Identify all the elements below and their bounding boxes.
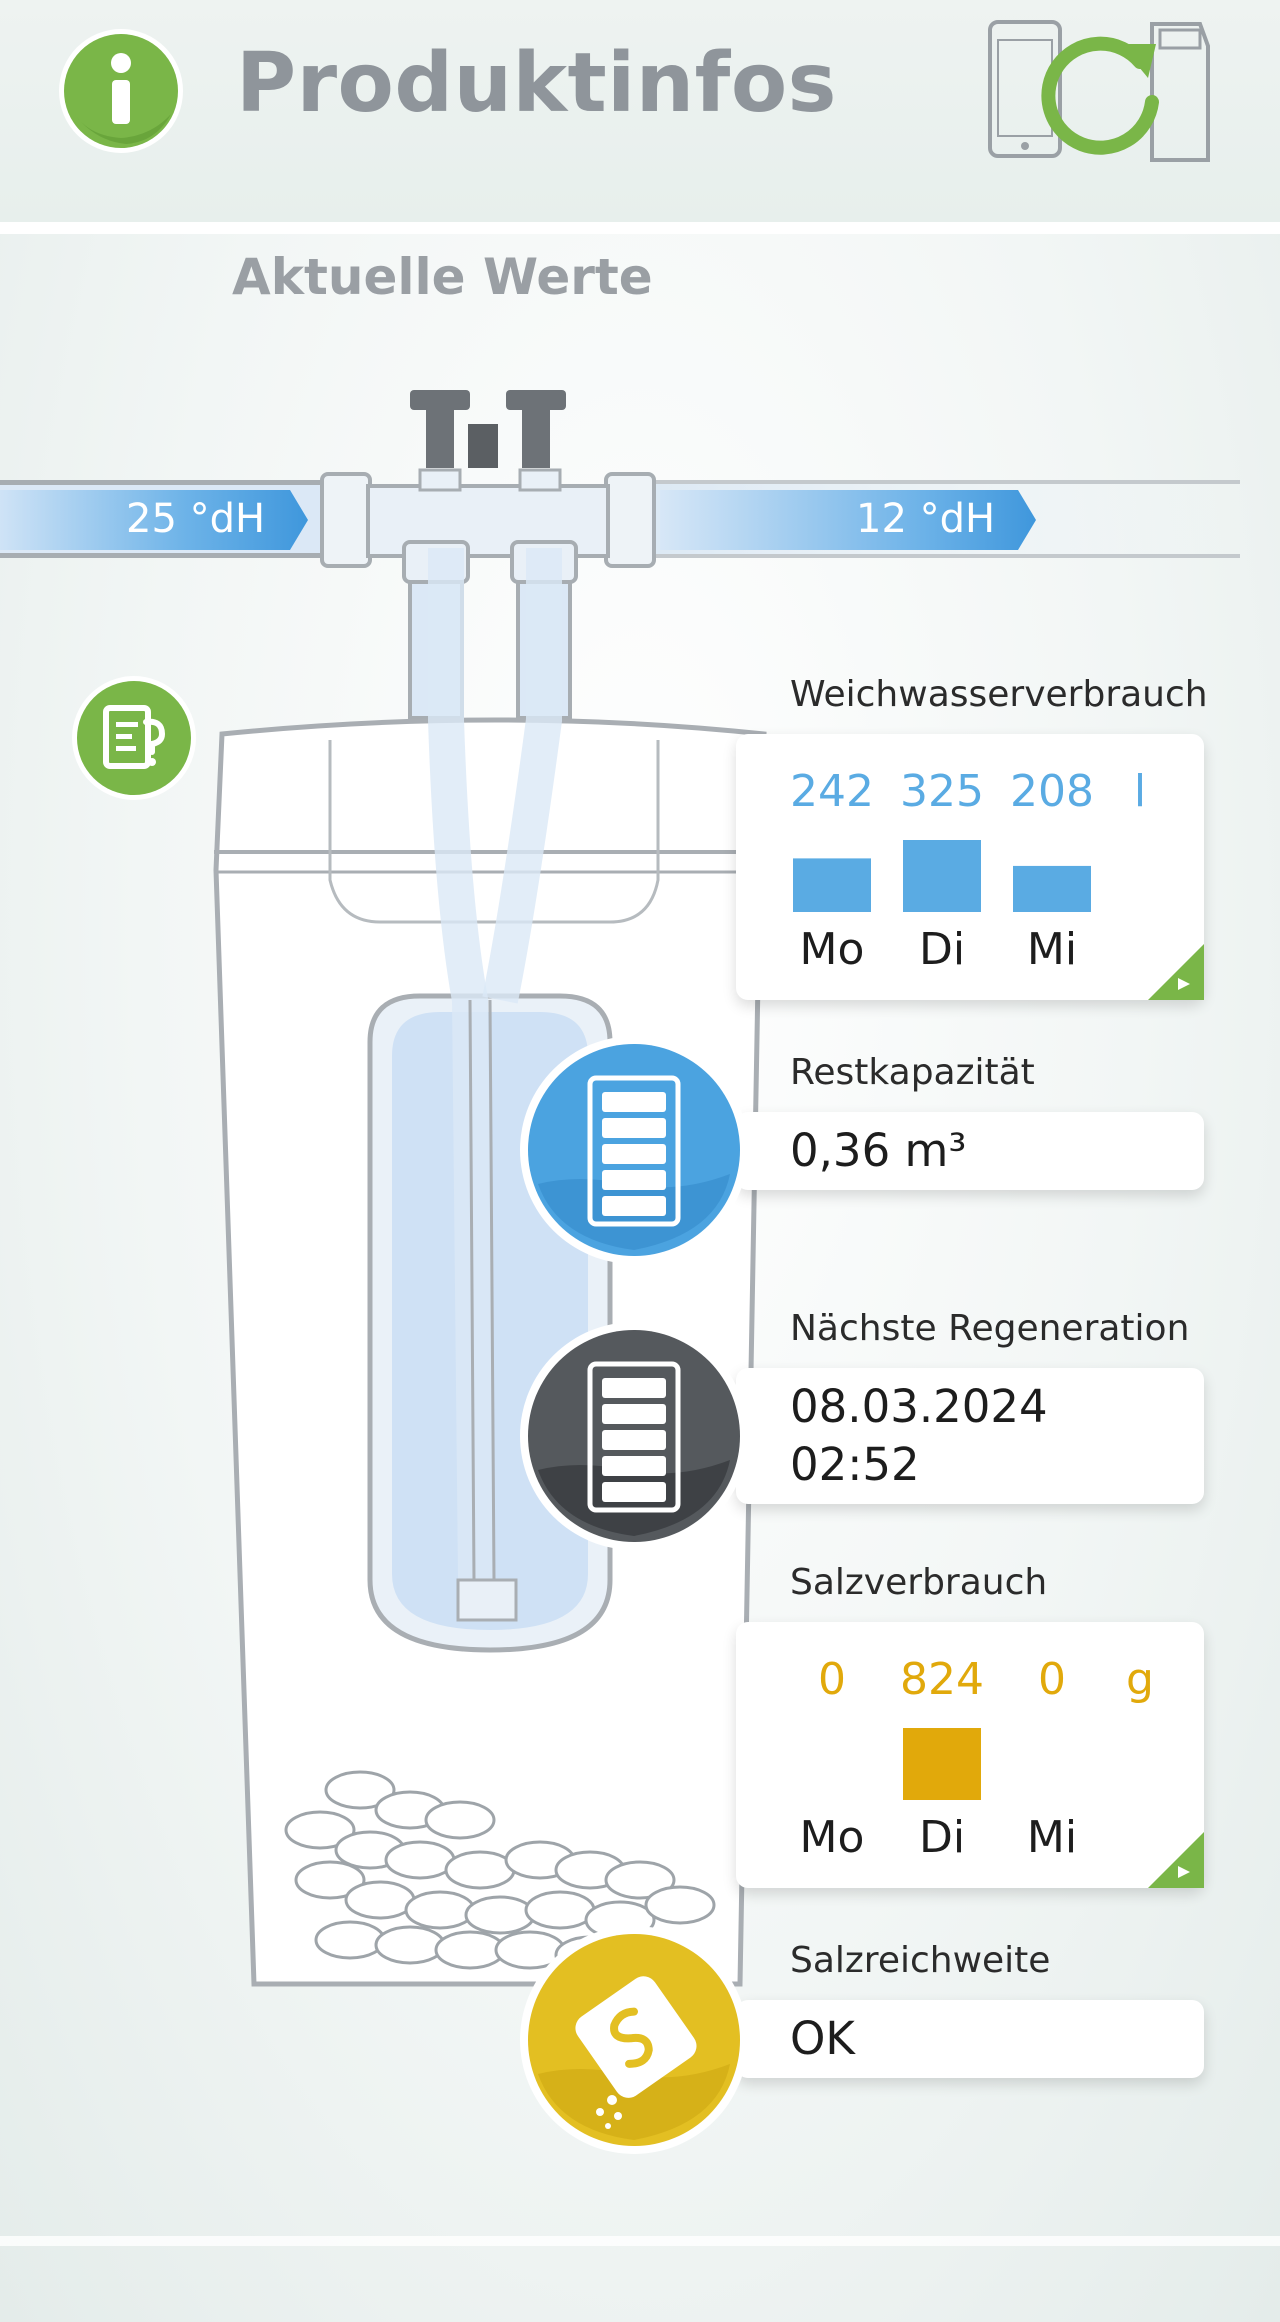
salt-usage-value-label: 0 <box>1038 1654 1066 1705</box>
soft-water-bar <box>793 858 871 912</box>
expand-corner-icon[interactable] <box>1148 944 1204 1000</box>
soft-water-chart: 242 Mo 325 Di 208 Mi l <box>790 766 1146 975</box>
soft-water-day-label: Mo <box>800 924 865 975</box>
salt-usage-day-label: Mi <box>1027 1812 1077 1863</box>
salt-usage-card[interactable]: 0 Mo 824 Di 0 Mi g <box>736 1622 1204 1888</box>
regeneration-label: Nächste Regeneration <box>790 1308 1190 1349</box>
regeneration-card: 08.03.2024 02:52 <box>736 1368 1204 1504</box>
regeneration-date: 08.03.2024 <box>790 1380 1048 1433</box>
soft-water-value-label: 208 <box>1010 766 1094 817</box>
salt-bag-icon[interactable] <box>518 1924 750 2156</box>
salt-usage-value-label: 0 <box>818 1654 846 1705</box>
soft-water-card[interactable]: 242 Mo 325 Di 208 Mi l <box>736 734 1204 1000</box>
capacity-card: 0,36 m³ <box>736 1112 1204 1190</box>
soft-water-label: Weichwasserverbrauch <box>790 674 1208 715</box>
soft-water-bar <box>1013 865 1091 912</box>
salt-usage-bar <box>903 1728 981 1800</box>
soft-water-day-label: Di <box>919 924 965 975</box>
footer-divider <box>0 2236 1280 2246</box>
salt-usage-value-label: 824 <box>900 1654 984 1705</box>
soft-water-day-label: Mi <box>1027 924 1077 975</box>
document-question-icon[interactable] <box>70 674 198 802</box>
salt-usage-label: Salzverbrauch <box>790 1562 1048 1603</box>
regeneration-level-icon[interactable] <box>518 1320 750 1552</box>
section-subtitle: Aktuelle Werte <box>232 248 653 306</box>
info-icon[interactable] <box>56 26 186 156</box>
capacity-value: 0,36 m³ <box>790 1124 967 1177</box>
expand-corner-icon[interactable] <box>1148 1832 1204 1888</box>
salt-usage-day-label: Di <box>919 1812 965 1863</box>
soft-water-value-label: 325 <box>900 766 984 817</box>
water-level-icon[interactable] <box>518 1034 750 1266</box>
salt-usage-day-label: Mo <box>800 1812 865 1863</box>
salt-range-value: OK <box>790 2012 855 2065</box>
salt-range-card: OK <box>736 2000 1204 2078</box>
header-divider <box>0 222 1280 234</box>
soft-water-unit-label: l <box>1134 766 1146 817</box>
device-sync-icon[interactable] <box>984 16 1214 166</box>
salt-usage-chart: 0 Mo 824 Di 0 Mi g <box>800 1654 1154 1863</box>
salt-range-label: Salzreichweite <box>790 1940 1051 1981</box>
outlet-hardness-label: 12 °dH <box>856 496 996 542</box>
soft-water-value-label: 242 <box>790 766 874 817</box>
soft-water-bar <box>903 840 981 912</box>
inlet-hardness-label: 25 °dH <box>126 496 266 542</box>
regeneration-time: 02:52 <box>790 1438 920 1491</box>
page-title: Produktinfos <box>236 36 837 131</box>
salt-usage-unit-label: g <box>1126 1654 1154 1705</box>
capacity-label: Restkapazität <box>790 1052 1035 1093</box>
